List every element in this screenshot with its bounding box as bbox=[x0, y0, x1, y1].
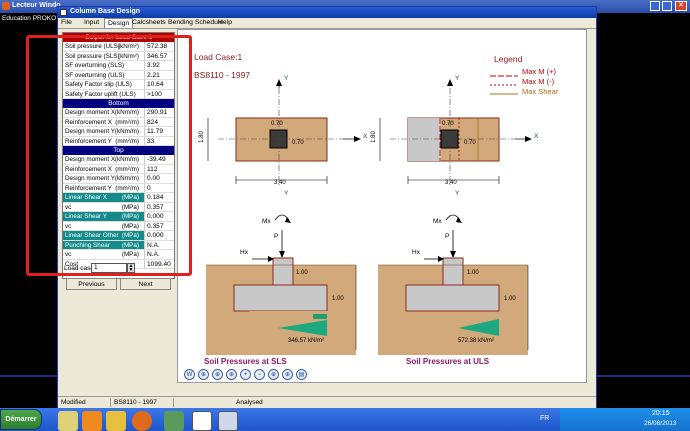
zoom-out-icon[interactable]: − bbox=[254, 369, 265, 380]
menu-bending-schedule[interactable]: Bending Schedule bbox=[168, 19, 223, 26]
previous-button[interactable]: Previous bbox=[66, 278, 117, 290]
plan-sls-dim-180: 1.80 bbox=[198, 131, 205, 143]
zoom-extents-icon[interactable]: ⊕ bbox=[282, 369, 293, 380]
sls-title: Soil Pressures at SLS bbox=[204, 357, 287, 366]
legend-title: Legend bbox=[494, 54, 523, 64]
load-p-arrow-icon bbox=[279, 251, 285, 258]
uls-hx-label: Hx bbox=[412, 249, 420, 256]
legend-max-m-pos: Max M (+) bbox=[522, 67, 556, 76]
app-icon bbox=[60, 9, 67, 16]
pan-icon[interactable]: ⊕ bbox=[268, 369, 279, 380]
load-case-title: Load Case:1 bbox=[194, 52, 243, 62]
taskbar-app-icon[interactable] bbox=[164, 411, 184, 431]
zoom-window-icon[interactable]: ⊕ bbox=[212, 369, 223, 380]
sls-mx-label: Mx bbox=[262, 218, 271, 225]
taskbar-folder-icon[interactable] bbox=[106, 411, 126, 431]
tray-clock-date: 26/08/2013 bbox=[644, 420, 677, 427]
outer-window-title: Lecteur Windo bbox=[12, 2, 61, 9]
plan-sls-dim-340: 3.40 bbox=[274, 180, 286, 186]
plan-uls-x: X bbox=[534, 133, 539, 140]
tray-clock-time: 20:15 bbox=[652, 410, 670, 417]
start-label: Démarrer bbox=[5, 416, 37, 423]
zoom-in-icon[interactable]: + bbox=[240, 369, 251, 380]
language-indicator[interactable]: FR bbox=[540, 415, 549, 422]
taskbar-explorer-icon[interactable] bbox=[58, 411, 78, 431]
menu-calcsheets[interactable]: Calcsheets bbox=[132, 19, 166, 26]
zoom-previous-icon[interactable]: ⊕ bbox=[226, 369, 237, 380]
zoom-fit-icon[interactable]: ⊕ bbox=[198, 369, 209, 380]
plan-uls-dim-070a: 0.70 bbox=[442, 121, 454, 127]
app-title-bar: Column Base Design bbox=[58, 7, 596, 18]
plan-uls-dim-180: 1.80 bbox=[370, 131, 377, 143]
plan-sls-dim-070a: 0.70 bbox=[271, 121, 283, 127]
plan-sls-dim-070b: 0.70 bbox=[292, 140, 304, 146]
code-title: BS8110 - 1997 bbox=[194, 70, 251, 80]
status-bar: Modified BS8110 - 1997 Analysed bbox=[58, 396, 596, 408]
status-modified: Modified bbox=[61, 399, 86, 406]
highlight-box bbox=[26, 35, 192, 276]
plan-sls-y-bot: Y bbox=[284, 190, 289, 197]
plan-uls-y-bot: Y bbox=[455, 190, 460, 197]
print-icon[interactable]: ▤ bbox=[296, 369, 307, 380]
plan-uls-dim-340: 3.40 bbox=[445, 180, 457, 186]
drawing-canvas: Load Case:1 BS8110 - 1997 Legend Max M (… bbox=[177, 29, 587, 383]
sls-hx-label: Hx bbox=[240, 249, 248, 256]
zoom-toolbar: W ⊕ ⊕ ⊕ + − ⊕ ⊕ ▤ bbox=[184, 369, 324, 381]
uls-p-label: P bbox=[445, 233, 450, 240]
menu-file[interactable]: File bbox=[61, 19, 72, 26]
taskbar-chart-icon[interactable] bbox=[192, 411, 212, 431]
sls-pressure-value: 346.57 kN/m² bbox=[288, 338, 325, 344]
menu-bar: File Input Design Calcsheets Bending Sch… bbox=[58, 18, 596, 29]
uls-title: Soil Pressures at ULS bbox=[406, 357, 490, 366]
system-tray: 20:15 26/08/2013 bbox=[560, 408, 690, 431]
menu-input[interactable]: Input bbox=[84, 19, 99, 26]
menu-help[interactable]: Help bbox=[218, 19, 232, 26]
status-code: BS8110 - 1997 bbox=[114, 399, 157, 406]
app-title: Column Base Design bbox=[70, 8, 141, 15]
sls-dim-100a: 1.00 bbox=[296, 270, 308, 276]
taskbar: Démarrer FR 20:15 26/08/2013 bbox=[0, 408, 690, 431]
uls-pressure-value: 572.38 kN/m² bbox=[458, 338, 495, 344]
taskbar-media-icon[interactable] bbox=[82, 411, 102, 431]
sls-p-label: P bbox=[274, 233, 279, 240]
next-button[interactable]: Next bbox=[120, 278, 171, 290]
outer-company-label: Education PROKO bbox=[2, 15, 57, 22]
y-arrow-icon bbox=[276, 79, 282, 86]
outer-close-button[interactable]: ✕ bbox=[675, 1, 687, 11]
uls-dim-100a: 1.00 bbox=[467, 270, 479, 276]
menu-design[interactable]: Design bbox=[104, 18, 134, 28]
sls-dim-100b: 1.00 bbox=[332, 296, 344, 302]
legend-max-m-neg: Max M (-) bbox=[522, 77, 555, 86]
world-icon[interactable]: W bbox=[184, 369, 195, 380]
status-divider-1 bbox=[110, 398, 111, 407]
status-analysed: Analysed bbox=[236, 399, 263, 406]
plan-sls-x: X bbox=[363, 133, 368, 140]
outer-window-icon bbox=[2, 2, 10, 10]
legend-max-shear: Max Shear bbox=[522, 87, 559, 96]
plan-uls-y-top: Y bbox=[455, 75, 460, 82]
outer-minimize-button[interactable] bbox=[650, 1, 660, 11]
outer-maximize-button[interactable] bbox=[662, 1, 672, 11]
uls-mx-label: Mx bbox=[433, 218, 442, 225]
plan-sls-y-top: Y bbox=[284, 75, 289, 82]
taskbar-column-base-icon[interactable] bbox=[218, 411, 238, 431]
uls-dim-100b: 1.00 bbox=[504, 296, 516, 302]
outer-menu-strip: Education PROKO bbox=[0, 13, 60, 25]
taskbar-firefox-icon[interactable] bbox=[132, 411, 152, 431]
start-button[interactable]: Démarrer bbox=[0, 409, 42, 430]
status-divider-2 bbox=[173, 398, 174, 407]
plan-uls-dim-070b: 0.70 bbox=[464, 140, 476, 146]
